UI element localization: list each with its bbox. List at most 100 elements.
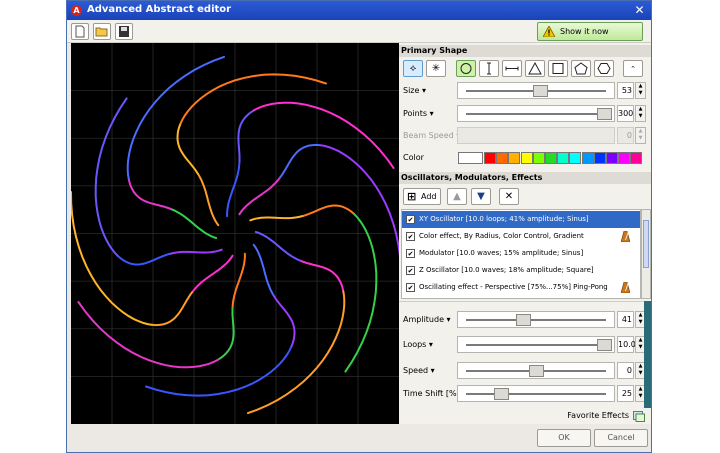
spiral-arc [319,144,399,257]
square-icon [552,63,564,74]
move-down-button[interactable]: ▼ [471,188,491,205]
shape-mode-star-button[interactable]: ✳ [426,60,446,77]
color-swatch[interactable] [618,152,631,164]
amplitude-slider[interactable] [457,311,615,328]
color-swatch[interactable] [557,152,570,164]
vertical-line-shape-button[interactable] [479,60,499,77]
favorite-effects-link[interactable]: Favorite Effects [567,411,629,420]
editor-window: A Advanced Abstract editor ✕ Show it now [66,0,652,453]
spiral-arc [167,248,223,256]
add-effect-button[interactable]: ⊞ Add [403,188,441,205]
loops-slider[interactable] [457,336,615,353]
color-swatch[interactable] [532,152,545,164]
spiral-arc [150,291,194,327]
ok-button[interactable]: OK [537,429,591,447]
spiral-arc [77,301,220,369]
metronome-icon[interactable] [621,282,630,293]
metronome-icon[interactable] [621,231,630,242]
amplitude-slider-thumb[interactable] [516,314,532,326]
effect-list-item[interactable]: ✔ Modulator [10.0 waves; 15% amplitude; S… [402,245,640,262]
pentagon-shape-button[interactable] [571,60,591,77]
effects-list[interactable]: ✔ XY Oscillator [10.0 loops; 41% amplitud… [401,209,641,299]
color-swatch[interactable] [581,152,594,164]
effects-list-scrollbar[interactable] [641,209,651,299]
arrow-down-icon: ▼ [477,191,485,202]
show-it-now-button[interactable]: Show it now [537,22,643,41]
size-slider-thumb[interactable] [532,85,548,97]
spiral-arc [217,307,235,361]
preview-drawing [71,43,399,424]
color-swatch[interactable] [569,152,582,164]
points-slider[interactable] [457,105,615,122]
preview-canvas[interactable] [71,43,399,424]
spiral-arc [238,176,281,216]
effect-list-item[interactable]: ✔ Oscillating effect - Perspective [75%..… [402,279,640,296]
loops-value[interactable]: 10.0 [617,336,636,353]
spiral-arc [176,122,199,175]
horizontal-line-shape-button[interactable] [502,60,522,77]
triangle-icon [528,61,542,75]
custom-shape-button[interactable]: ⌃ [623,60,643,77]
spiral-arc [94,97,128,257]
spiral-arc [302,204,356,217]
spiral-arc [278,143,322,179]
effect-checkbox[interactable]: ✔ [406,266,415,275]
effect-list-item[interactable]: ✔ Z Oscillator [10.0 waves; 18% amplitude… [402,262,640,279]
plus-icon: ⊞ [407,190,417,203]
square-shape-button[interactable] [548,60,568,77]
dialog-buttons: OK Cancel [67,424,651,452]
color-swatch[interactable] [508,152,521,164]
size-value[interactable]: 53 [617,82,634,99]
color-swatch[interactable] [606,152,618,164]
spiral-arc [300,260,345,293]
save-button[interactable] [115,23,133,40]
effect-checkbox[interactable]: ✔ [406,215,415,224]
spiral-arc [273,295,296,348]
points-slider-thumb[interactable] [597,108,612,120]
close-button[interactable]: ✕ [632,3,647,17]
effect-label: Color effect, By Radius, Color Control, … [419,232,584,240]
color-swatch[interactable] [484,152,496,164]
shape-mode-button[interactable]: ⟡ [403,60,423,77]
amplitude-value[interactable]: 41 [617,311,634,328]
time-shift-slider[interactable] [457,385,615,402]
move-up-button[interactable]: ▲ [447,188,467,205]
effect-list-item[interactable]: ✔ Color effect, By Radius, Color Control,… [402,228,640,245]
points-value[interactable]: 300 [617,105,634,122]
time-shift-value[interactable]: 25 [617,385,634,402]
speed-value[interactable]: 0 [617,362,634,379]
effect-checkbox[interactable]: ✔ [406,249,415,258]
size-slider[interactable] [457,82,615,99]
speed-slider-thumb[interactable] [528,365,544,377]
favorites-icon[interactable] [633,411,645,422]
favorites-bar: Favorite Effects [399,409,651,424]
triangle-shape-button[interactable] [525,60,545,77]
warning-icon [543,26,555,37]
line-horizontal-icon [505,66,519,71]
hexagon-icon [597,63,611,74]
circle-shape-button[interactable] [456,60,476,77]
oscillator-side-strip [644,301,651,408]
color-swatch[interactable] [593,152,606,164]
color-swatch[interactable] [545,152,557,164]
cancel-button[interactable]: Cancel [594,429,648,447]
hexagon-shape-button[interactable] [594,60,614,77]
settings-panel: Primary Shape ⟡ ✳ ⌃ Size ▾ 53 ▲ ▼ Points… [399,43,651,424]
color-swatch[interactable] [630,152,643,164]
points-spinner[interactable]: ▲ ▼ [635,105,646,122]
line-vertical-icon [487,62,491,75]
delete-effect-button[interactable]: ✕ [499,188,519,205]
speed-slider[interactable] [457,362,615,379]
time-shift-slider-thumb[interactable] [494,388,510,400]
effect-checkbox[interactable]: ✔ [406,232,415,241]
loops-slider-thumb[interactable] [597,339,612,351]
color-swatch[interactable] [520,152,533,164]
color-swatch[interactable] [496,152,509,164]
effect-checkbox[interactable]: ✔ [406,283,415,292]
new-button[interactable] [71,23,89,40]
color-swatch[interactable] [458,152,483,164]
effect-list-item[interactable]: ✔ XY Oscillator [10.0 loops; 41% amplitud… [402,211,640,228]
open-button[interactable] [93,23,111,40]
size-spinner[interactable]: ▲ ▼ [635,82,646,99]
loops-label: Loops ▾ [403,340,433,349]
